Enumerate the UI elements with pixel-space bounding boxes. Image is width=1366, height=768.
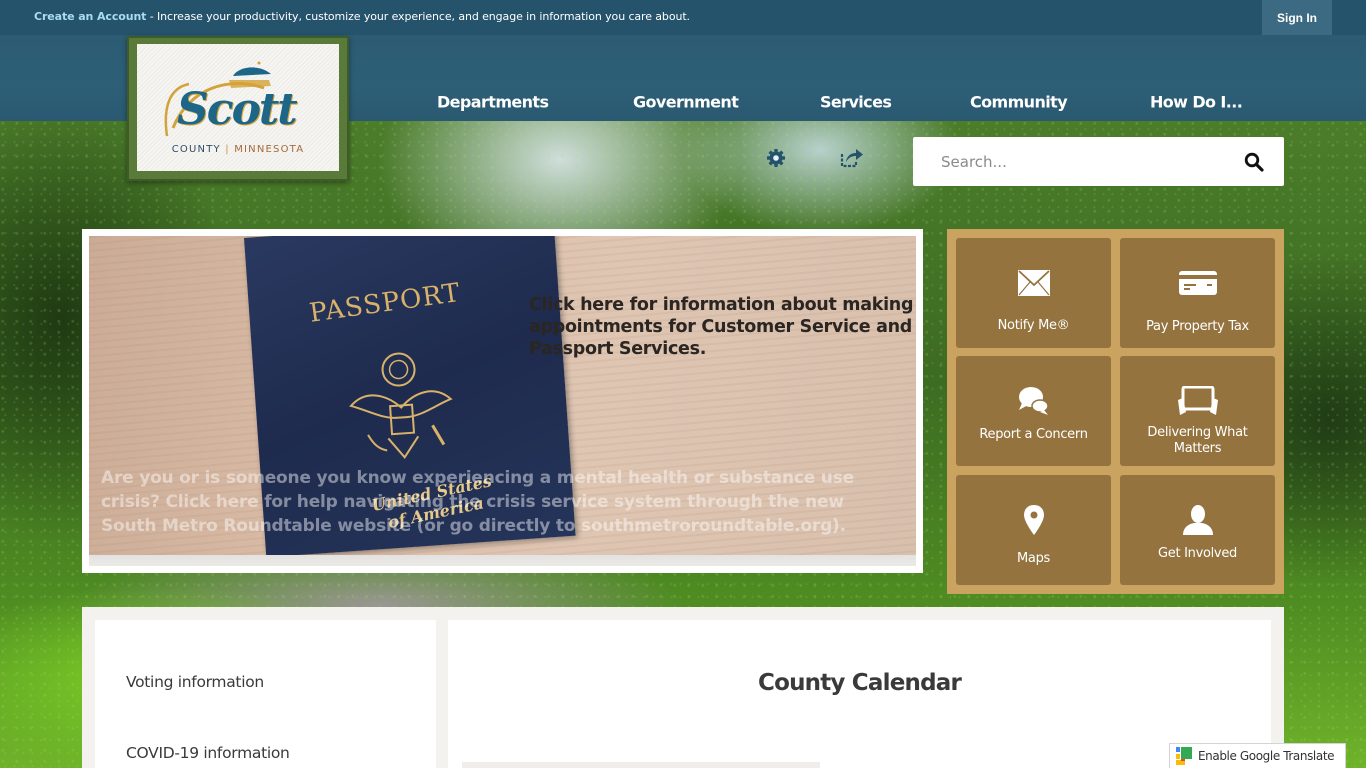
nav-item-services[interactable]: Services (820, 93, 892, 112)
quick-link-label: Maps (1016, 551, 1050, 566)
nav-item-community[interactable]: Community (970, 93, 1068, 112)
quick-link-label: Pay Property Tax (1146, 319, 1249, 334)
quick-link-label: Report a Concern (979, 427, 1088, 442)
quick-link-report-concern[interactable]: Report a Concern (956, 356, 1111, 466)
nav-item-government[interactable]: Government (633, 93, 739, 112)
create-account-text: - Increase your productivity, customize … (146, 10, 690, 23)
site-logo[interactable]: Scott COUNTY | MINNESOTA (127, 36, 349, 181)
google-translate-button[interactable]: Enable Google Translate (1169, 743, 1346, 768)
google-translate-label: Enable Google Translate (1198, 749, 1335, 763)
gear-icon (767, 149, 785, 167)
google-translate-icon (1176, 747, 1192, 765)
quick-link-icon-wrap (1120, 386, 1275, 416)
settings-button[interactable] (764, 146, 788, 170)
banner-slideshow: PASSPORT United States of America Click … (82, 229, 923, 573)
passport-title: PASSPORT (307, 277, 463, 329)
search-icon (1244, 152, 1264, 172)
quick-link-icon-wrap (956, 386, 1111, 416)
logo-county-text: COUNTY (171, 144, 221, 155)
tablet-hands-icon (1177, 386, 1218, 415)
create-account-message: Create an Account - Increase your produc… (34, 10, 690, 23)
logo-separator: | (225, 144, 230, 155)
quick-link-get-involved[interactable]: Get Involved (1120, 475, 1275, 585)
slide-crisis-message: Are you or is someone you know experienc… (101, 468, 854, 536)
map-pin-icon (1023, 505, 1044, 535)
quick-link-icon-wrap (1120, 505, 1275, 535)
site-search (913, 137, 1284, 186)
nav-item-departments[interactable]: Departments (437, 93, 549, 112)
quick-link-pay-property-tax[interactable]: Pay Property Tax (1120, 238, 1275, 348)
link-voting-information[interactable]: Voting information (126, 673, 264, 691)
slideshow-footer-bar (89, 555, 916, 566)
quick-link-label: Notify Me® (997, 318, 1070, 333)
quick-link-maps[interactable]: Maps (956, 475, 1111, 585)
logo-wordmark: Scott (177, 84, 298, 135)
quick-link-icon-wrap (1120, 268, 1275, 298)
slide-headline: Click here for information about making … (529, 295, 914, 359)
person-icon (1182, 505, 1213, 535)
eagle-seal-icon (349, 352, 453, 459)
calendar-widget-top (462, 762, 820, 768)
county-calendar-panel: County Calendar (448, 620, 1271, 768)
share-icon (840, 149, 863, 168)
create-account-link[interactable]: Create an Account (34, 10, 146, 23)
featured-links: Voting information COVID-19 information (95, 620, 436, 768)
search-input[interactable] (941, 137, 1231, 186)
top-account-bar: Create an Account - Increase your produc… (0, 0, 1366, 35)
quick-link-label: Get Involved (1158, 546, 1237, 561)
link-covid-19-information[interactable]: COVID-19 information (126, 744, 290, 762)
credit-card-icon (1178, 271, 1217, 295)
calendar-title: County Calendar (757, 670, 962, 696)
logo-tagline: COUNTY | MINNESOTA (137, 144, 339, 155)
envelope-icon (1017, 270, 1050, 296)
nav-item-how-do-i[interactable]: How Do I... (1150, 93, 1243, 112)
logo-panel: Scott COUNTY | MINNESOTA (137, 44, 339, 171)
search-button[interactable] (1242, 150, 1266, 174)
logo-state-text: MINNESOTA (234, 144, 305, 155)
sign-in-button[interactable]: Sign In (1262, 0, 1332, 35)
content-area: Voting information COVID-19 information … (82, 607, 1284, 768)
quick-links-panel: Notify Me® Pay Property Tax Report a Con… (947, 229, 1284, 594)
quick-link-label: Delivering What Matters (1147, 425, 1248, 456)
quick-link-delivering-what-matters[interactable]: Delivering What Matters (1120, 356, 1275, 466)
quick-link-notify-me[interactable]: Notify Me® (956, 238, 1111, 348)
share-button[interactable] (840, 145, 864, 169)
quick-link-icon-wrap (956, 505, 1111, 535)
chat-bubbles-icon (1018, 387, 1049, 415)
quick-link-icon-wrap (956, 268, 1111, 298)
slide-passport-services[interactable]: PASSPORT United States of America Click … (89, 236, 916, 562)
